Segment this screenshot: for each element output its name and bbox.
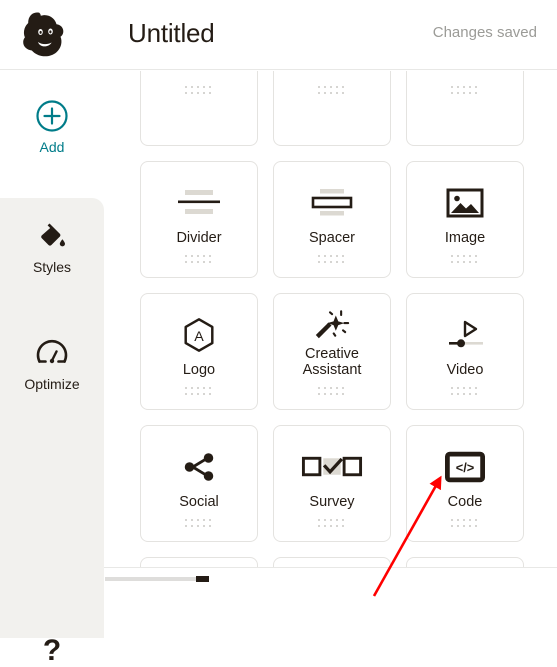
app-header: Untitled Changes saved: [0, 0, 557, 70]
drag-dots-icon[interactable]: [407, 387, 523, 397]
scrollbar-track[interactable]: [105, 577, 206, 581]
save-status: Changes saved: [432, 24, 537, 41]
block-label: Image: [444, 230, 486, 246]
help-button[interactable]: ?: [0, 636, 104, 666]
block-card-creative-assistant[interactable]: Creative Assistant: [273, 293, 391, 410]
block-label: Divider: [176, 230, 222, 246]
block-card-code[interactable]: </> Code: [406, 425, 524, 542]
block-card[interactable]: [406, 557, 524, 567]
drag-dots-icon[interactable]: [274, 387, 390, 397]
mailchimp-freddie-logo[interactable]: [20, 9, 76, 61]
divider-icon: [173, 180, 225, 226]
block-label: Spacer: [309, 230, 355, 246]
block-label: Code: [447, 494, 483, 510]
magic-wand-icon: [312, 306, 352, 346]
block-card[interactable]: [273, 557, 391, 567]
content-blocks-panel: Divider Spacer Image A Logo Creative Ass…: [104, 71, 557, 567]
block-row: [140, 557, 530, 567]
drag-dots-icon[interactable]: [407, 519, 523, 529]
drag-dots-icon[interactable]: [274, 255, 390, 265]
paint-bucket-icon: [35, 219, 69, 253]
sidebar-item-label: Styles: [32, 259, 72, 275]
sidebar-item-add[interactable]: Add: [0, 99, 104, 155]
share-nodes-icon: [180, 444, 218, 490]
block-card[interactable]: [406, 71, 524, 146]
plus-circle-icon: [35, 99, 69, 133]
block-label: Social: [179, 494, 219, 510]
code-brackets-icon: </>: [445, 444, 485, 490]
drag-dots-icon[interactable]: [141, 255, 257, 265]
svg-text:</>: </>: [456, 460, 475, 475]
drag-dots-icon[interactable]: [141, 519, 257, 529]
sidebar-item-styles[interactable]: Styles: [0, 219, 104, 275]
block-card[interactable]: [273, 71, 391, 146]
sidebar-item-label: Add: [39, 139, 65, 155]
block-card-video[interactable]: Video: [406, 293, 524, 410]
block-card-logo[interactable]: A Logo: [140, 293, 258, 410]
block-label: Logo: [182, 362, 216, 378]
drag-dots-icon[interactable]: [274, 86, 390, 96]
drag-dots-icon[interactable]: [407, 86, 523, 96]
blocks-grid: Divider Spacer Image A Logo Creative Ass…: [140, 71, 530, 567]
block-card-spacer[interactable]: Spacer: [273, 161, 391, 278]
drag-dots-icon[interactable]: [141, 387, 257, 397]
block-row: A Logo Creative Assistant Video: [140, 293, 530, 410]
block-label: Video: [446, 362, 484, 378]
block-row: Divider Spacer Image: [140, 161, 530, 278]
page-title[interactable]: Untitled: [128, 18, 215, 49]
svg-text:A: A: [194, 329, 204, 345]
gauge-icon: [35, 336, 69, 370]
block-label: Creative Assistant: [302, 346, 362, 378]
horizontal-scrollbar[interactable]: [104, 567, 557, 588]
panel-bottom-area: [104, 588, 557, 638]
block-card-social[interactable]: Social: [140, 425, 258, 542]
scrollbar-thumb[interactable]: [196, 576, 209, 582]
image-icon: [445, 180, 485, 226]
sidebar-item-label: Optimize: [24, 376, 80, 392]
block-card-survey[interactable]: Survey: [273, 425, 391, 542]
block-card-divider[interactable]: Divider: [140, 161, 258, 278]
logo-hexagon-a-icon: A: [180, 312, 218, 358]
spacer-icon: [306, 180, 358, 226]
left-sidebar: Add Styles Optimize ?: [0, 71, 104, 666]
block-row: [140, 71, 530, 146]
sidebar-item-optimize[interactable]: Optimize: [0, 336, 104, 392]
drag-dots-icon[interactable]: [407, 255, 523, 265]
survey-checkboxes-icon: [301, 444, 363, 490]
block-card[interactable]: [140, 557, 258, 567]
video-play-slider-icon: [439, 312, 491, 358]
block-card-image[interactable]: Image: [406, 161, 524, 278]
block-label: Survey: [309, 494, 355, 510]
block-card[interactable]: [140, 71, 258, 146]
drag-dots-icon[interactable]: [274, 519, 390, 529]
block-row: Social Survey </> Code: [140, 425, 530, 542]
drag-dots-icon[interactable]: [141, 86, 257, 96]
